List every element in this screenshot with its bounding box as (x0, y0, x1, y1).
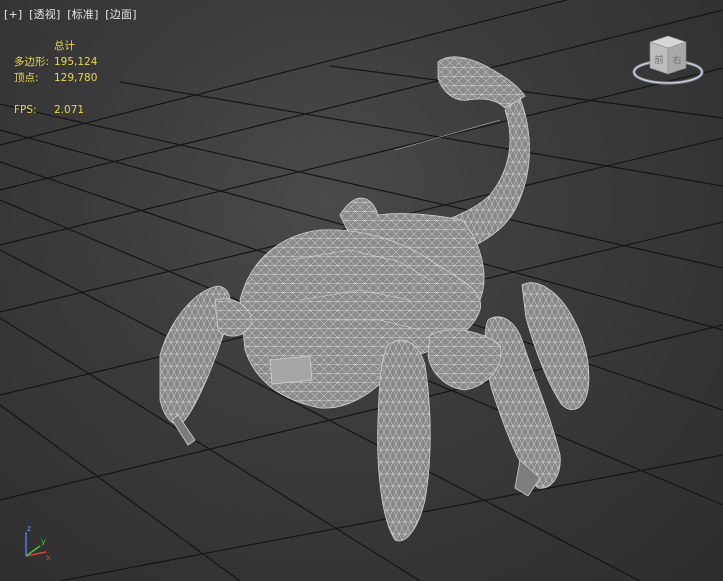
viewport-display-menu[interactable]: [边面] (105, 8, 136, 21)
stats-header: 总计 (54, 40, 75, 52)
viewcube-face-right[interactable]: 右 (672, 54, 681, 66)
viewport-pov-menu[interactable]: [透视] (29, 8, 60, 21)
statistics-overlay: 总计 多边形: 195,124 顶点: 129,780 FPS: 2.071 (14, 38, 97, 118)
leg-front-center (377, 339, 431, 542)
fps-label: FPS: (14, 104, 37, 116)
stats-vertices-row: 顶点: 129,780 (14, 70, 97, 86)
vertices-value: 129,780 (54, 72, 98, 84)
viewport-perspective[interactable]: [+] [透视] [标准] [边面] 总计 多边形: 195,124 顶点: 1… (0, 0, 723, 581)
viewcube-icon[interactable]: 前 右 (632, 32, 704, 92)
viewport-shading-menu[interactable]: [标准] (67, 8, 98, 21)
viewport-general-menu[interactable]: [+] (4, 8, 22, 21)
axis-tripod-icon: z x y (25, 524, 51, 562)
vertices-label: 顶点: (14, 72, 39, 84)
fps-value: 2.071 (54, 104, 85, 116)
viewcube-face-front[interactable]: 前 (654, 54, 663, 66)
polygons-label: 多边形: (14, 56, 50, 68)
y-axis-label: y (41, 537, 46, 546)
stats-polygons-row: 多边形: 195,124 (14, 54, 97, 70)
viewport-label-menu: [+] [透视] [标准] [边面] (4, 6, 140, 22)
stats-fps-row: FPS: 2.071 (14, 102, 97, 118)
z-axis-label: z (27, 524, 31, 533)
polygons-value: 195,124 (54, 56, 98, 68)
x-axis-label: x (46, 553, 51, 562)
tail-stinger (437, 56, 526, 109)
scorpion-mech-model[interactable] (0, 0, 723, 581)
